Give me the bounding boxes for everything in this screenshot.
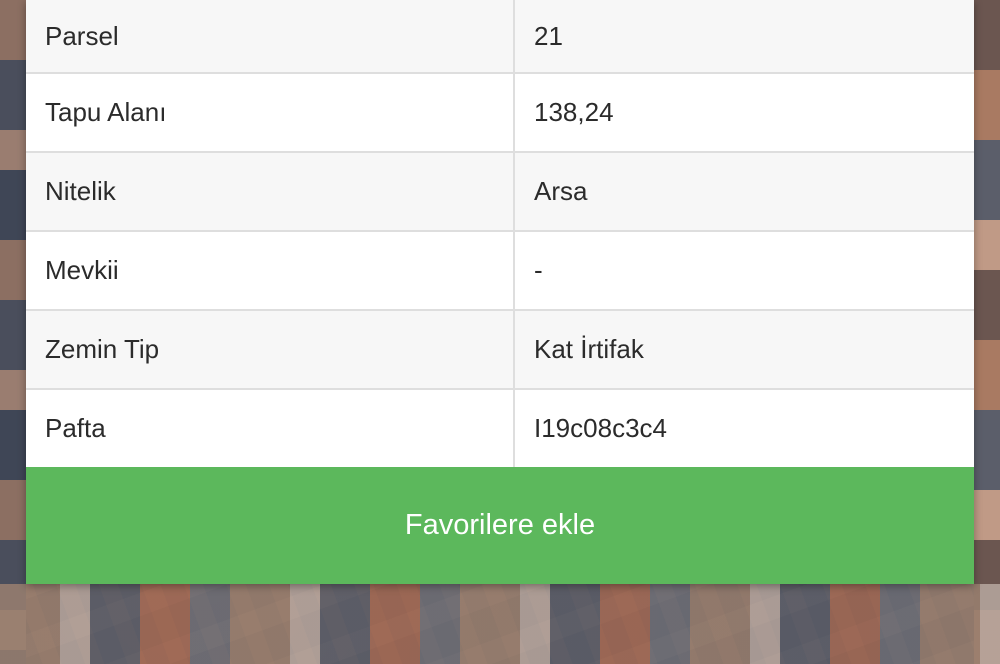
table-row: Parsel 21 [26,0,974,74]
parcel-info-panel: Parsel 21 Tapu Alanı 138,24 Nitelik Arsa… [26,0,974,584]
add-to-favorites-button[interactable]: Favorilere ekle [26,467,974,584]
row-value-zemin-tip: Kat İrtifak [514,310,974,390]
map-buildings [0,584,1000,664]
row-value-parsel: 21 [514,0,974,74]
parcel-info-table: Parsel 21 Tapu Alanı 138,24 Nitelik Arsa… [26,0,974,469]
row-value-pafta: I19c08c3c4 [514,389,974,469]
table-row: Pafta I19c08c3c4 [26,389,974,469]
row-label-zemin-tip: Zemin Tip [26,310,515,390]
row-value-mevkii: - [514,231,974,311]
row-value-tapu-alani: 138,24 [514,73,974,153]
row-label-mevkii: Mevkii [26,231,515,311]
row-label-parsel: Parsel [26,0,515,74]
row-label-pafta: Pafta [26,389,515,469]
row-label-tapu-alani: Tapu Alanı [26,73,515,153]
table-row: Tapu Alanı 138,24 [26,73,974,153]
table-row: Mevkii - [26,231,974,311]
row-value-nitelik: Arsa [514,152,974,232]
row-label-nitelik: Nitelik [26,152,515,232]
map-edge-left [0,0,26,664]
table-row: Zemin Tip Kat İrtifak [26,310,974,390]
map-edge-right [974,0,1000,664]
table-row: Nitelik Arsa [26,152,974,232]
